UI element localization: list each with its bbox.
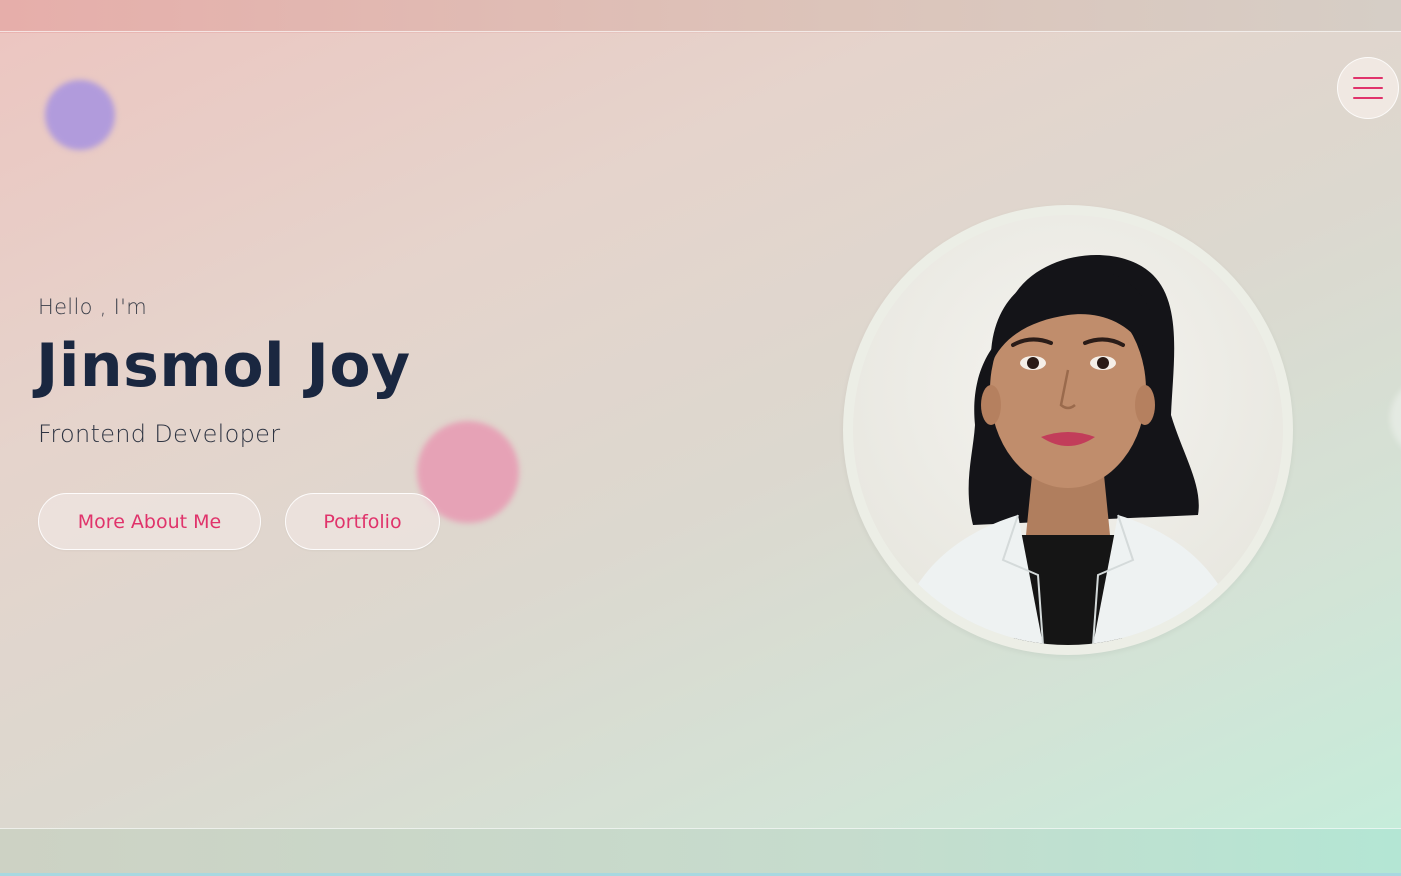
decorative-purple-circle [45,80,115,150]
hero-greeting: Hello , I'm [38,295,147,319]
hero-role: Frontend Developer [38,420,281,448]
hamburger-menu-icon-line [1353,87,1383,89]
hero-section: Hello , I'm Jinsmol Joy Frontend Develop… [0,33,1401,828]
portfolio-button[interactable]: Portfolio [285,493,440,550]
hamburger-menu-icon [1353,77,1383,79]
more-about-me-button[interactable]: More About Me [38,493,261,550]
profile-photo-frame [843,205,1293,655]
profile-photo [853,215,1283,645]
decorative-edge-circle [1390,378,1401,458]
profile-photo-illustration [893,255,1243,645]
top-band [0,0,1401,32]
hero-name: Jinsmol Joy [36,331,411,401]
menu-button[interactable] [1337,57,1399,119]
hamburger-menu-icon-line [1353,97,1383,99]
bottom-band [0,828,1401,876]
